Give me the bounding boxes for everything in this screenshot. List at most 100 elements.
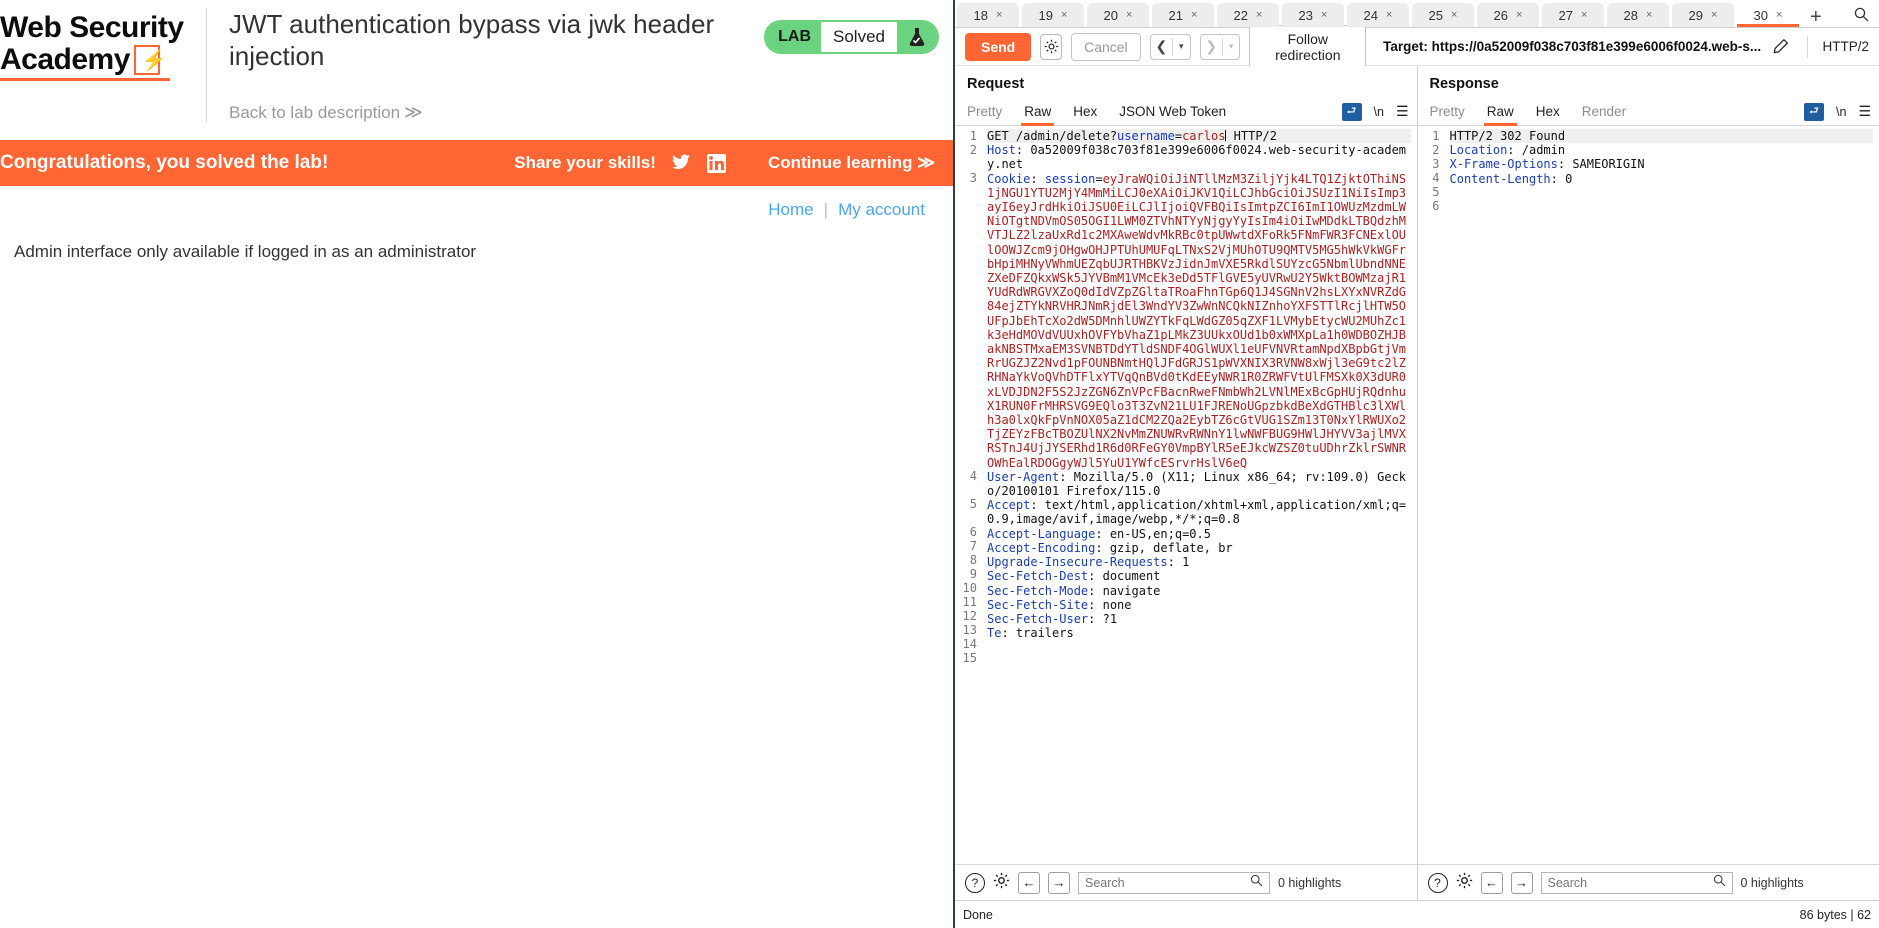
response-body[interactable]: HTTP/2 302 Found Location: /admin X-Frame-…	[1444, 126, 1879, 864]
question-icon[interactable]: ?	[965, 872, 985, 893]
linkedin-icon[interactable]	[706, 152, 728, 174]
gear-icon[interactable]	[993, 872, 1010, 894]
response-pane-tools: ⮐ \n ☰	[1804, 102, 1871, 121]
close-icon[interactable]: ×	[1321, 9, 1327, 21]
code-token: Content-Length	[1449, 171, 1551, 186]
code-token: session	[1044, 171, 1096, 186]
close-icon[interactable]: ×	[1646, 9, 1652, 21]
chevron-down-icon[interactable]: ▾	[1223, 41, 1240, 52]
newline-toggle[interactable]: \n	[1836, 105, 1846, 119]
close-icon[interactable]: ×	[1711, 9, 1717, 21]
response-tab-raw[interactable]: Raw	[1483, 98, 1517, 126]
repeater-tab-23[interactable]: 23 ×	[1282, 3, 1344, 27]
request-editor[interactable]: 1 2 3 4 5 6 7 8 9 10 11 12 13 14 15 GET /admin/delete?…	[955, 126, 1417, 864]
repeater-tab-label: 26	[1493, 7, 1509, 23]
response-tab-hex[interactable]: Hex	[1536, 98, 1560, 126]
lab-status-container: LAB Solved	[764, 20, 939, 54]
code-line: HTTP/2 302 Found	[1449, 129, 1873, 144]
word-wrap-icon[interactable]: ⮐	[1804, 102, 1824, 121]
cancel-button[interactable]: Cancel	[1071, 32, 1141, 61]
close-icon[interactable]: ×	[1581, 9, 1587, 21]
nav-link-home[interactable]: Home	[768, 200, 813, 220]
word-wrap-icon[interactable]: ⮐	[1341, 102, 1362, 121]
code-line: User-Agent: Mozilla/5.0 (X11; Linux x86_…	[987, 470, 1411, 498]
continue-learning-link[interactable]: Continue learning ≫	[768, 153, 935, 173]
code-line: Upgrade-Insecure-Requests: 1	[987, 555, 1411, 569]
twitter-icon[interactable]	[670, 152, 692, 174]
line-number: 8	[969, 553, 977, 567]
burp-repeater-window: 18 × 19 × 20 × 21 × 22 × 23 × 24 × 25 × 26 × 27 × 28 × 29 × 30 × …	[953, 0, 1879, 928]
find-next-button[interactable]: →	[1048, 871, 1070, 894]
request-tab-raw[interactable]: Raw	[1021, 98, 1055, 126]
response-search-input[interactable]	[1547, 875, 1713, 890]
forward-arrow-icon[interactable]: ❯	[1201, 38, 1223, 55]
close-icon[interactable]: ×	[1126, 9, 1132, 21]
close-icon[interactable]: ×	[1516, 9, 1522, 21]
response-tab-render[interactable]: Render	[1582, 98, 1626, 126]
line-number: 13	[962, 623, 977, 637]
repeater-tab-18[interactable]: 18 ×	[957, 3, 1019, 27]
history-back-split-button[interactable]: ❮ ▾	[1149, 33, 1191, 60]
gear-icon[interactable]	[1456, 872, 1473, 894]
request-search-input[interactable]	[1085, 875, 1250, 890]
repeater-tab-27[interactable]: 27 ×	[1542, 3, 1604, 27]
repeater-tab-22[interactable]: 22 ×	[1217, 3, 1279, 27]
repeater-tab-label: 27	[1558, 7, 1574, 23]
code-token: =	[1174, 129, 1183, 143]
send-button[interactable]: Send	[965, 32, 1032, 61]
request-tab-pretty[interactable]: Pretty	[967, 98, 1002, 126]
magnifier-icon[interactable]	[1713, 874, 1726, 892]
find-previous-button[interactable]: ←	[1480, 871, 1503, 894]
follow-redirection-button[interactable]: Follow redirection	[1249, 24, 1367, 69]
response-pane-title: Response	[1429, 76, 1499, 92]
page-title: JWT authentication bypass via jwk header…	[229, 9, 715, 71]
add-tab-button[interactable]: +	[1810, 7, 1822, 27]
share-group: Share your skills! Continue learning ≫	[514, 152, 935, 174]
back-arrow-icon[interactable]: ❮	[1151, 38, 1173, 55]
request-tab-json-web-token[interactable]: JSON Web Token	[1119, 98, 1226, 126]
line-number: 4	[969, 469, 977, 483]
repeater-tab-29[interactable]: 29 ×	[1672, 3, 1734, 27]
code-token: carlos	[1182, 129, 1226, 143]
repeater-tab-25[interactable]: 25 ×	[1412, 3, 1474, 27]
pencil-icon[interactable]	[1770, 33, 1792, 60]
code-token: username	[1117, 129, 1175, 143]
request-tab-hex[interactable]: Hex	[1073, 98, 1097, 126]
tab-search-icon[interactable]	[1854, 7, 1869, 27]
repeater-tab-20[interactable]: 20 ×	[1087, 3, 1149, 27]
repeater-tab-26[interactable]: 26 ×	[1477, 3, 1539, 27]
back-to-lab-description-link[interactable]: Back to lab description ≫	[229, 102, 764, 123]
hamburger-icon[interactable]: ☰	[1396, 103, 1409, 120]
response-tab-pretty[interactable]: Pretty	[1430, 98, 1465, 126]
history-forward-split-button[interactable]: ❯ ▾	[1199, 33, 1241, 60]
request-body[interactable]: GET /admin/delete?username=carlos HTTP/2…	[981, 126, 1417, 864]
magnifier-icon[interactable]	[1250, 874, 1263, 892]
response-search-box[interactable]	[1540, 871, 1733, 894]
request-search-box[interactable]	[1078, 871, 1270, 894]
code-line: Te: trailers	[987, 626, 1411, 640]
close-icon[interactable]: ×	[1451, 9, 1457, 21]
find-previous-button[interactable]: ←	[1018, 871, 1040, 894]
close-icon[interactable]: ×	[1386, 9, 1392, 21]
code-token: : none	[1088, 597, 1132, 612]
find-next-button[interactable]: →	[1510, 871, 1533, 894]
repeater-tab-28[interactable]: 28 ×	[1607, 3, 1669, 27]
close-icon[interactable]: ×	[1776, 9, 1782, 21]
gear-icon[interactable]	[1040, 33, 1063, 60]
nav-link-my-account[interactable]: My account	[838, 200, 925, 220]
repeater-tab-21[interactable]: 21 ×	[1152, 3, 1214, 27]
close-icon[interactable]: ×	[1061, 9, 1067, 21]
close-icon[interactable]: ×	[996, 9, 1002, 21]
chevron-down-icon[interactable]: ▾	[1173, 41, 1190, 52]
repeater-tab-30[interactable]: 30 ×	[1737, 3, 1799, 27]
repeater-tab-24[interactable]: 24 ×	[1347, 3, 1409, 27]
newline-toggle[interactable]: \n	[1374, 105, 1384, 119]
web-security-academy-logo[interactable]: Web Security Academy ⚡	[0, 8, 200, 81]
close-icon[interactable]: ×	[1256, 9, 1262, 21]
hamburger-icon[interactable]: ☰	[1858, 103, 1871, 120]
repeater-tab-19[interactable]: 19 ×	[1022, 3, 1084, 27]
close-icon[interactable]: ×	[1191, 9, 1197, 21]
response-editor[interactable]: 123456 HTTP/2 302 Found Location: /admin X…	[1417, 126, 1879, 864]
question-icon[interactable]: ?	[1427, 872, 1448, 893]
